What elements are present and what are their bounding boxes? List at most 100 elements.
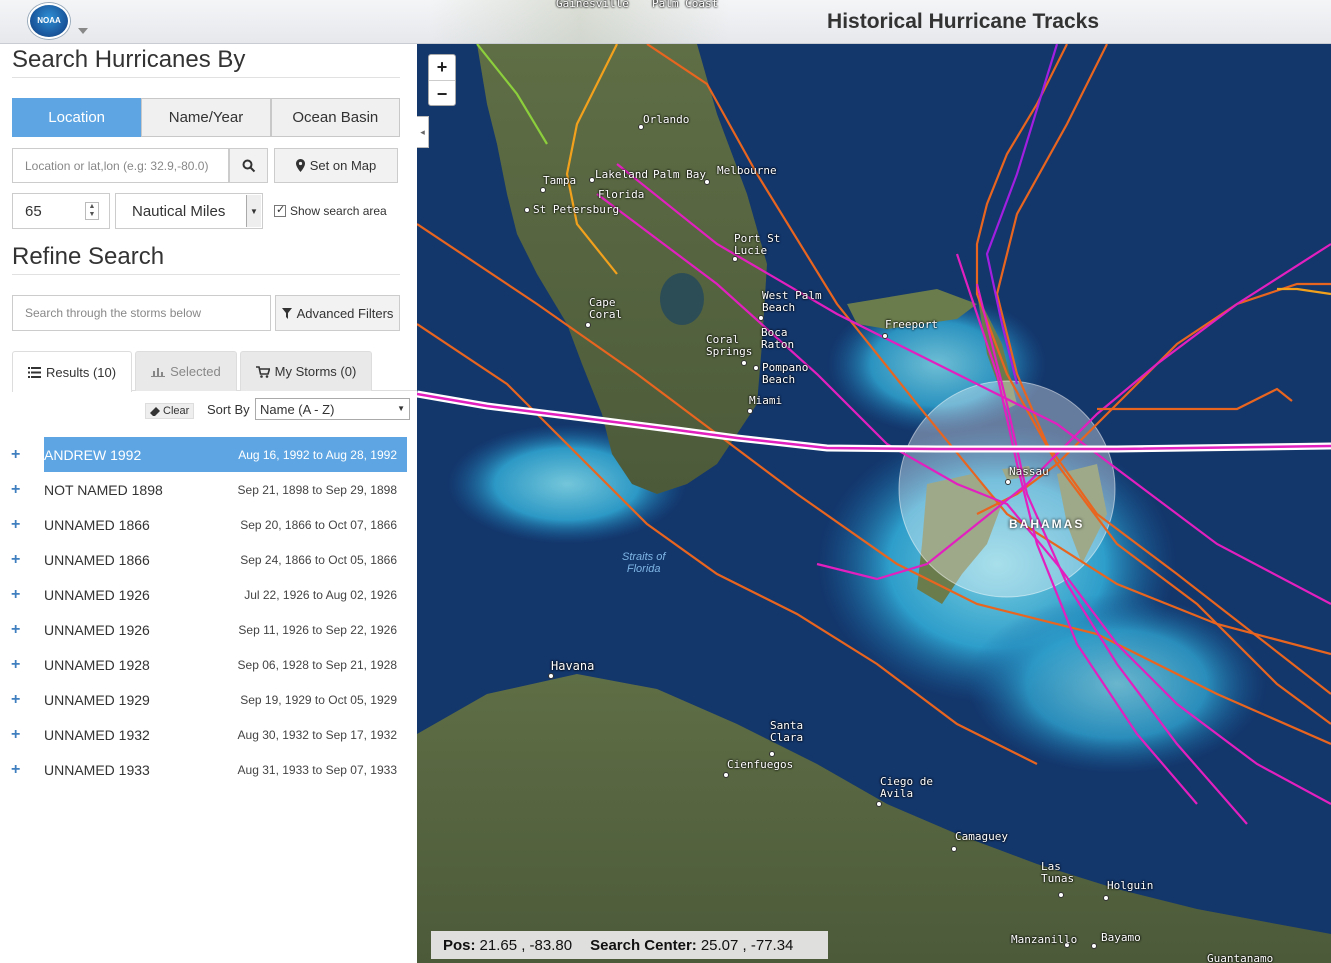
city-dot: [524, 207, 530, 213]
storm-row[interactable]: + UNNAMED 1866 Sep 20, 1866 to Oct 07, 186…: [0, 507, 417, 542]
app-header: Gainesville Palm Coast NOAA Historical H…: [0, 0, 1331, 44]
expand-plus-icon[interactable]: +: [11, 551, 20, 569]
city-palm-bay: Palm Bay: [653, 168, 706, 181]
city-ciego-de-avila: Ciego de Avila: [880, 775, 933, 800]
city-guantanamo: Guantanamo: [1207, 952, 1274, 963]
storm-dates: Jul 22, 1926 to Aug 02, 1926: [244, 587, 397, 602]
radius-stepper[interactable]: 65 ▲ ▼: [12, 193, 110, 229]
map-marker-icon: [295, 159, 305, 172]
sort-by-label: Sort By: [207, 402, 250, 417]
tab-selected-label: Selected: [170, 364, 221, 379]
storm-name[interactable]: UNNAMED 1926: [44, 622, 150, 638]
storm-dates: Sep 06, 1928 to Sep 21, 1928: [237, 657, 397, 672]
chevron-down-icon: ▼: [397, 404, 405, 413]
city-pompano-beach: Pompano Beach: [762, 361, 809, 386]
search-area-circle[interactable]: [898, 380, 1116, 598]
results-tabs: Results (10) Selected My Storms (0): [12, 351, 417, 392]
chevron-down-icon[interactable]: [78, 28, 88, 34]
radius-unit-select[interactable]: Nautical Miles ▼: [115, 193, 263, 229]
zoom-in-button[interactable]: +: [429, 55, 455, 81]
city-dot: [1058, 892, 1064, 898]
sort-option: Name (A - Z): [260, 401, 335, 417]
city-dot: [1103, 895, 1109, 901]
expand-plus-icon[interactable]: +: [11, 691, 20, 709]
location-placeholder: Location or lat,lon (e.g: 32.9,-80.0): [25, 158, 209, 173]
sort-select[interactable]: Name (A - Z) ▼: [255, 398, 410, 420]
location-input[interactable]: Location or lat,lon (e.g: 32.9,-80.0): [12, 148, 229, 183]
tab-location[interactable]: Location: [12, 98, 142, 137]
zoom-control: + −: [428, 54, 456, 106]
hurricane-map[interactable]: Orlando Tampa Lakeland Palm Bay Melbourn…: [417, 44, 1331, 963]
expand-plus-icon[interactable]: +: [11, 656, 20, 674]
storm-row[interactable]: + UNNAMED 1933 Aug 31, 1933 to Sep 07, 193…: [0, 752, 417, 787]
city-dot: [1005, 479, 1011, 485]
storm-row[interactable]: + UNNAMED 1926 Jul 22, 1926 to Aug 02, 192…: [0, 577, 417, 612]
tab-ocean-basin[interactable]: Ocean Basin: [270, 98, 400, 137]
search-button[interactable]: [229, 148, 268, 183]
storm-dates: Aug 30, 1932 to Sep 17, 1932: [237, 727, 397, 742]
collapse-sidebar-button[interactable]: ◂: [417, 116, 429, 148]
noaa-logo[interactable]: NOAA: [28, 3, 70, 39]
expand-plus-icon[interactable]: +: [11, 726, 20, 744]
storm-name[interactable]: UNNAMED 1926: [44, 587, 150, 603]
storm-dates: Aug 31, 1933 to Sep 07, 1933: [237, 762, 397, 777]
expand-plus-icon[interactable]: +: [11, 586, 20, 604]
storm-row[interactable]: + ANDREW 1992 Aug 16, 1992 to Aug 28, 1992: [0, 437, 417, 472]
city-dot: [951, 846, 957, 852]
cart-icon: [255, 365, 270, 378]
storm-name[interactable]: UNNAMED 1928: [44, 657, 150, 673]
storm-name[interactable]: UNNAMED 1866: [44, 552, 150, 568]
tab-selected[interactable]: Selected: [135, 351, 237, 391]
lake-okeechobee: [660, 273, 704, 325]
zoom-out-button[interactable]: −: [429, 81, 455, 107]
pos-label: Pos:: [443, 936, 476, 954]
storm-row[interactable]: + UNNAMED 1932 Aug 30, 1932 to Sep 17, 193…: [0, 717, 417, 752]
chevron-down-icon[interactable]: ▼: [246, 195, 261, 227]
search-center-label: Search Center:: [590, 936, 697, 954]
expand-plus-icon[interactable]: +: [11, 481, 20, 499]
radius-value: 65: [25, 202, 42, 220]
expand-plus-icon[interactable]: +: [11, 761, 20, 779]
tab-name-year[interactable]: Name/Year: [141, 98, 271, 137]
storm-row[interactable]: + UNNAMED 1928 Sep 06, 1928 to Sep 21, 192…: [0, 647, 417, 682]
storm-name[interactable]: UNNAMED 1933: [44, 762, 150, 778]
storm-dates: Aug 16, 1992 to Aug 28, 1992: [238, 447, 397, 462]
storm-name[interactable]: ANDREW 1992: [44, 447, 141, 463]
stepper-arrows-icon[interactable]: ▲ ▼: [85, 202, 99, 220]
city-coral-springs: Coral Springs: [706, 333, 753, 358]
city-west-palm-beach: West Palm Beach: [762, 289, 822, 314]
refine-search-input[interactable]: Search through the storms below: [12, 295, 271, 331]
advanced-filters-button[interactable]: Advanced Filters: [275, 295, 400, 331]
storm-name[interactable]: NOT NAMED 1898: [44, 482, 163, 498]
storm-name[interactable]: UNNAMED 1866: [44, 517, 150, 533]
tab-my-storms[interactable]: My Storms (0): [239, 351, 373, 391]
set-on-map-button[interactable]: Set on Map: [274, 148, 398, 183]
search-sidebar: Search Hurricanes By Location Name/Year …: [0, 44, 417, 963]
expand-plus-icon[interactable]: +: [11, 446, 20, 464]
storm-name[interactable]: UNNAMED 1929: [44, 692, 150, 708]
show-search-area-label: Show search area: [290, 204, 387, 218]
city-melbourne: Melbourne: [717, 164, 777, 177]
tab-results[interactable]: Results (10): [12, 351, 133, 392]
show-search-area-toggle[interactable]: Show search area: [274, 203, 387, 218]
city-havana: Havana: [551, 659, 595, 673]
expand-plus-icon[interactable]: +: [11, 516, 20, 534]
storm-name[interactable]: UNNAMED 1932: [44, 727, 150, 743]
storm-row[interactable]: + UNNAMED 1866 Sep 24, 1866 to Oct 05, 186…: [0, 542, 417, 577]
show-search-area-checkbox[interactable]: [274, 203, 286, 217]
clear-button[interactable]: Clear: [145, 403, 195, 419]
expand-plus-icon[interactable]: +: [11, 621, 20, 639]
header-place-gainesville: Gainesville: [556, 0, 629, 10]
advanced-filters-label: Advanced Filters: [296, 305, 394, 321]
city-dot: [876, 801, 882, 807]
storm-row[interactable]: + UNNAMED 1926 Sep 11, 1926 to Sep 22, 192…: [0, 612, 417, 647]
city-dot: [741, 360, 747, 366]
city-manzanillo: Manzanillo: [1011, 933, 1078, 946]
refine-search-title: Refine Search: [12, 243, 400, 275]
storm-row[interactable]: + UNNAMED 1929 Sep 19, 1929 to Oct 05, 192…: [0, 682, 417, 717]
storm-dates: Sep 19, 1929 to Oct 05, 1929: [240, 692, 397, 707]
header-map-strip: Gainesville Palm Coast: [430, 0, 730, 43]
storm-row[interactable]: + NOT NAMED 1898 Sep 21, 1898 to Sep 29, 1…: [0, 472, 417, 507]
city-holguin: Holguin: [1107, 879, 1154, 892]
city-port-st-lucie: Port St Lucie: [734, 232, 781, 257]
